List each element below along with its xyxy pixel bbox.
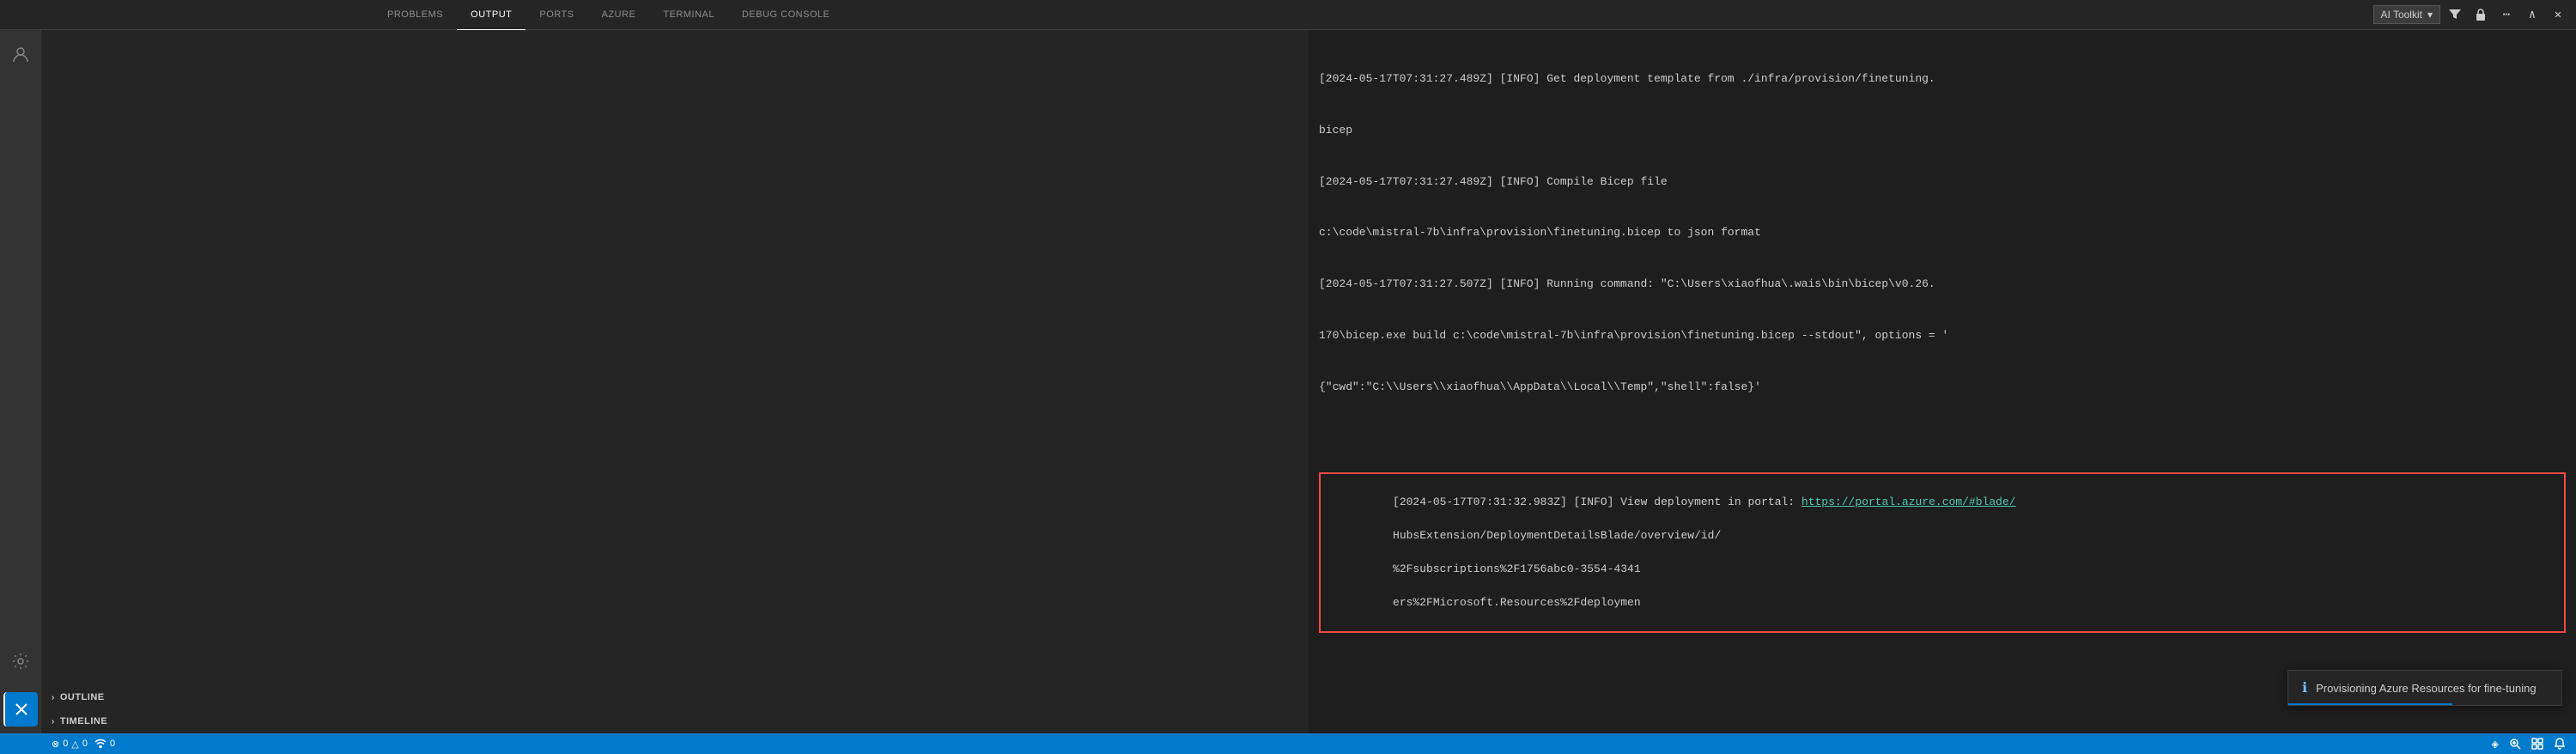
timeline-label: TIMELINE <box>60 716 107 727</box>
output-highlighted-line-2: HubsExtension/DeploymentDetailsBlade/ove… <box>1393 529 1721 542</box>
tab-output[interactable]: OUTPUT <box>457 0 526 30</box>
tab-ports[interactable]: PORTS <box>526 0 587 30</box>
error-count: 0 <box>63 739 68 749</box>
notification-progress-bar <box>2288 703 2452 705</box>
output-highlighted-line-4: ers%2FMicrosoft.Resources%2Fdeploymen <box>1393 596 1641 609</box>
sidebar-section-outline[interactable]: › OUTLINE <box>41 685 1309 709</box>
output-panel: [2024-05-17T07:31:27.489Z] [INFO] Get de… <box>1309 30 2576 733</box>
status-diamond-icon[interactable]: ◈ <box>2488 739 2502 750</box>
panel-tab-bar: PROBLEMS OUTPUT PORTS AZURE TERMINAL DEB… <box>0 0 2576 30</box>
output-source-dropdown[interactable]: AI Toolkit ▾ <box>2373 5 2441 24</box>
portal-link[interactable]: https://portal.azure.com/#blade/ <box>1801 496 2016 508</box>
filter-icon[interactable] <box>2444 3 2466 26</box>
settings-icon[interactable] <box>3 644 38 678</box>
output-line-3: [2024-05-17T07:31:27.489Z] [INFO] Compil… <box>1319 173 2566 192</box>
notification-info-icon: ℹ <box>2302 679 2307 696</box>
notification-toast: ℹ Provisioning Azure Resources for fine-… <box>2287 670 2562 706</box>
output-line-7: {"cwd":"C:\\Users\\xiaofhua\\AppData\\Lo… <box>1319 379 2566 397</box>
output-line-6: 170\bicep.exe build c:\code\mistral-7b\i… <box>1319 327 2566 345</box>
warning-count: 0 <box>82 739 88 749</box>
highlighted-output-block: [2024-05-17T07:31:32.983Z] [INFO] View d… <box>1319 472 2566 634</box>
timeline-chevron-icon: › <box>52 717 55 727</box>
status-zoom-icon[interactable] <box>2506 738 2524 750</box>
status-errors[interactable]: ⊗ 0 △ 0 <box>48 739 91 750</box>
wireless-icon <box>94 738 106 750</box>
status-grid-icon[interactable] <box>2528 738 2547 750</box>
layout-icon <box>2531 738 2543 750</box>
main-layout: › OUTLINE › TIMELINE [2024-05-17T07:31:2… <box>0 30 2576 733</box>
tab-azure[interactable]: AZURE <box>588 0 650 30</box>
status-right-section: ◈ <box>2488 738 2569 750</box>
status-left-section: ⊗ 0 △ 0 0 <box>7 738 118 750</box>
tab-terminal[interactable]: TERMINAL <box>649 0 728 30</box>
lock-icon[interactable] <box>2470 3 2492 26</box>
outline-label: OUTLINE <box>60 692 105 702</box>
output-line-1: [2024-05-17T07:31:27.489Z] [INFO] Get de… <box>1319 70 2566 88</box>
warning-icon: △ <box>71 739 78 750</box>
chevron-down-icon: ▾ <box>2427 9 2433 21</box>
notification-text: Provisioning Azure Resources for fine-tu… <box>2316 682 2537 695</box>
status-bar: ⊗ 0 △ 0 0 ◈ <box>0 733 2576 754</box>
more-icon[interactable]: ⋯ <box>2495 3 2518 26</box>
status-wireless[interactable]: 0 <box>91 738 118 750</box>
output-line-5: [2024-05-17T07:31:27.507Z] [INFO] Runnin… <box>1319 276 2566 294</box>
tab-problems[interactable]: PROBLEMS <box>374 0 457 30</box>
output-line-2: bicep <box>1319 122 2566 140</box>
xtoolkit-icon[interactable] <box>3 692 38 727</box>
outline-chevron-icon: › <box>52 693 55 702</box>
wireless-count: 0 <box>110 739 115 749</box>
dropdown-label: AI Toolkit <box>2381 9 2422 21</box>
sidebar-panel: › OUTLINE › TIMELINE <box>41 30 1309 733</box>
status-bell-icon[interactable] <box>2550 738 2569 750</box>
output-highlighted-line-1: [2024-05-17T07:31:32.983Z] [INFO] View d… <box>1393 496 1801 508</box>
minimize-panel-icon[interactable]: ∧ <box>2521 3 2543 26</box>
tab-debug-console[interactable]: DEBUG CONSOLE <box>728 0 843 30</box>
sidebar-section-timeline[interactable]: › TIMELINE <box>41 709 1309 733</box>
output-content-area[interactable]: [2024-05-17T07:31:27.489Z] [INFO] Get de… <box>1309 30 2576 733</box>
zoom-icon <box>2509 738 2521 750</box>
user-icon[interactable] <box>3 37 38 71</box>
activity-bar <box>0 30 41 733</box>
panel-right-controls: AI Toolkit ▾ ⋯ ∧ ✕ <box>2373 3 2576 26</box>
output-line-4: c:\code\mistral-7b\infra\provision\finet… <box>1319 224 2566 242</box>
error-icon: ⊗ <box>52 739 59 750</box>
output-highlighted-line-3: %2Fsubscriptions%2F1756abc0-3554-4341 <box>1393 562 1641 575</box>
close-panel-icon[interactable]: ✕ <box>2547 3 2569 26</box>
bell-icon <box>2554 738 2566 750</box>
